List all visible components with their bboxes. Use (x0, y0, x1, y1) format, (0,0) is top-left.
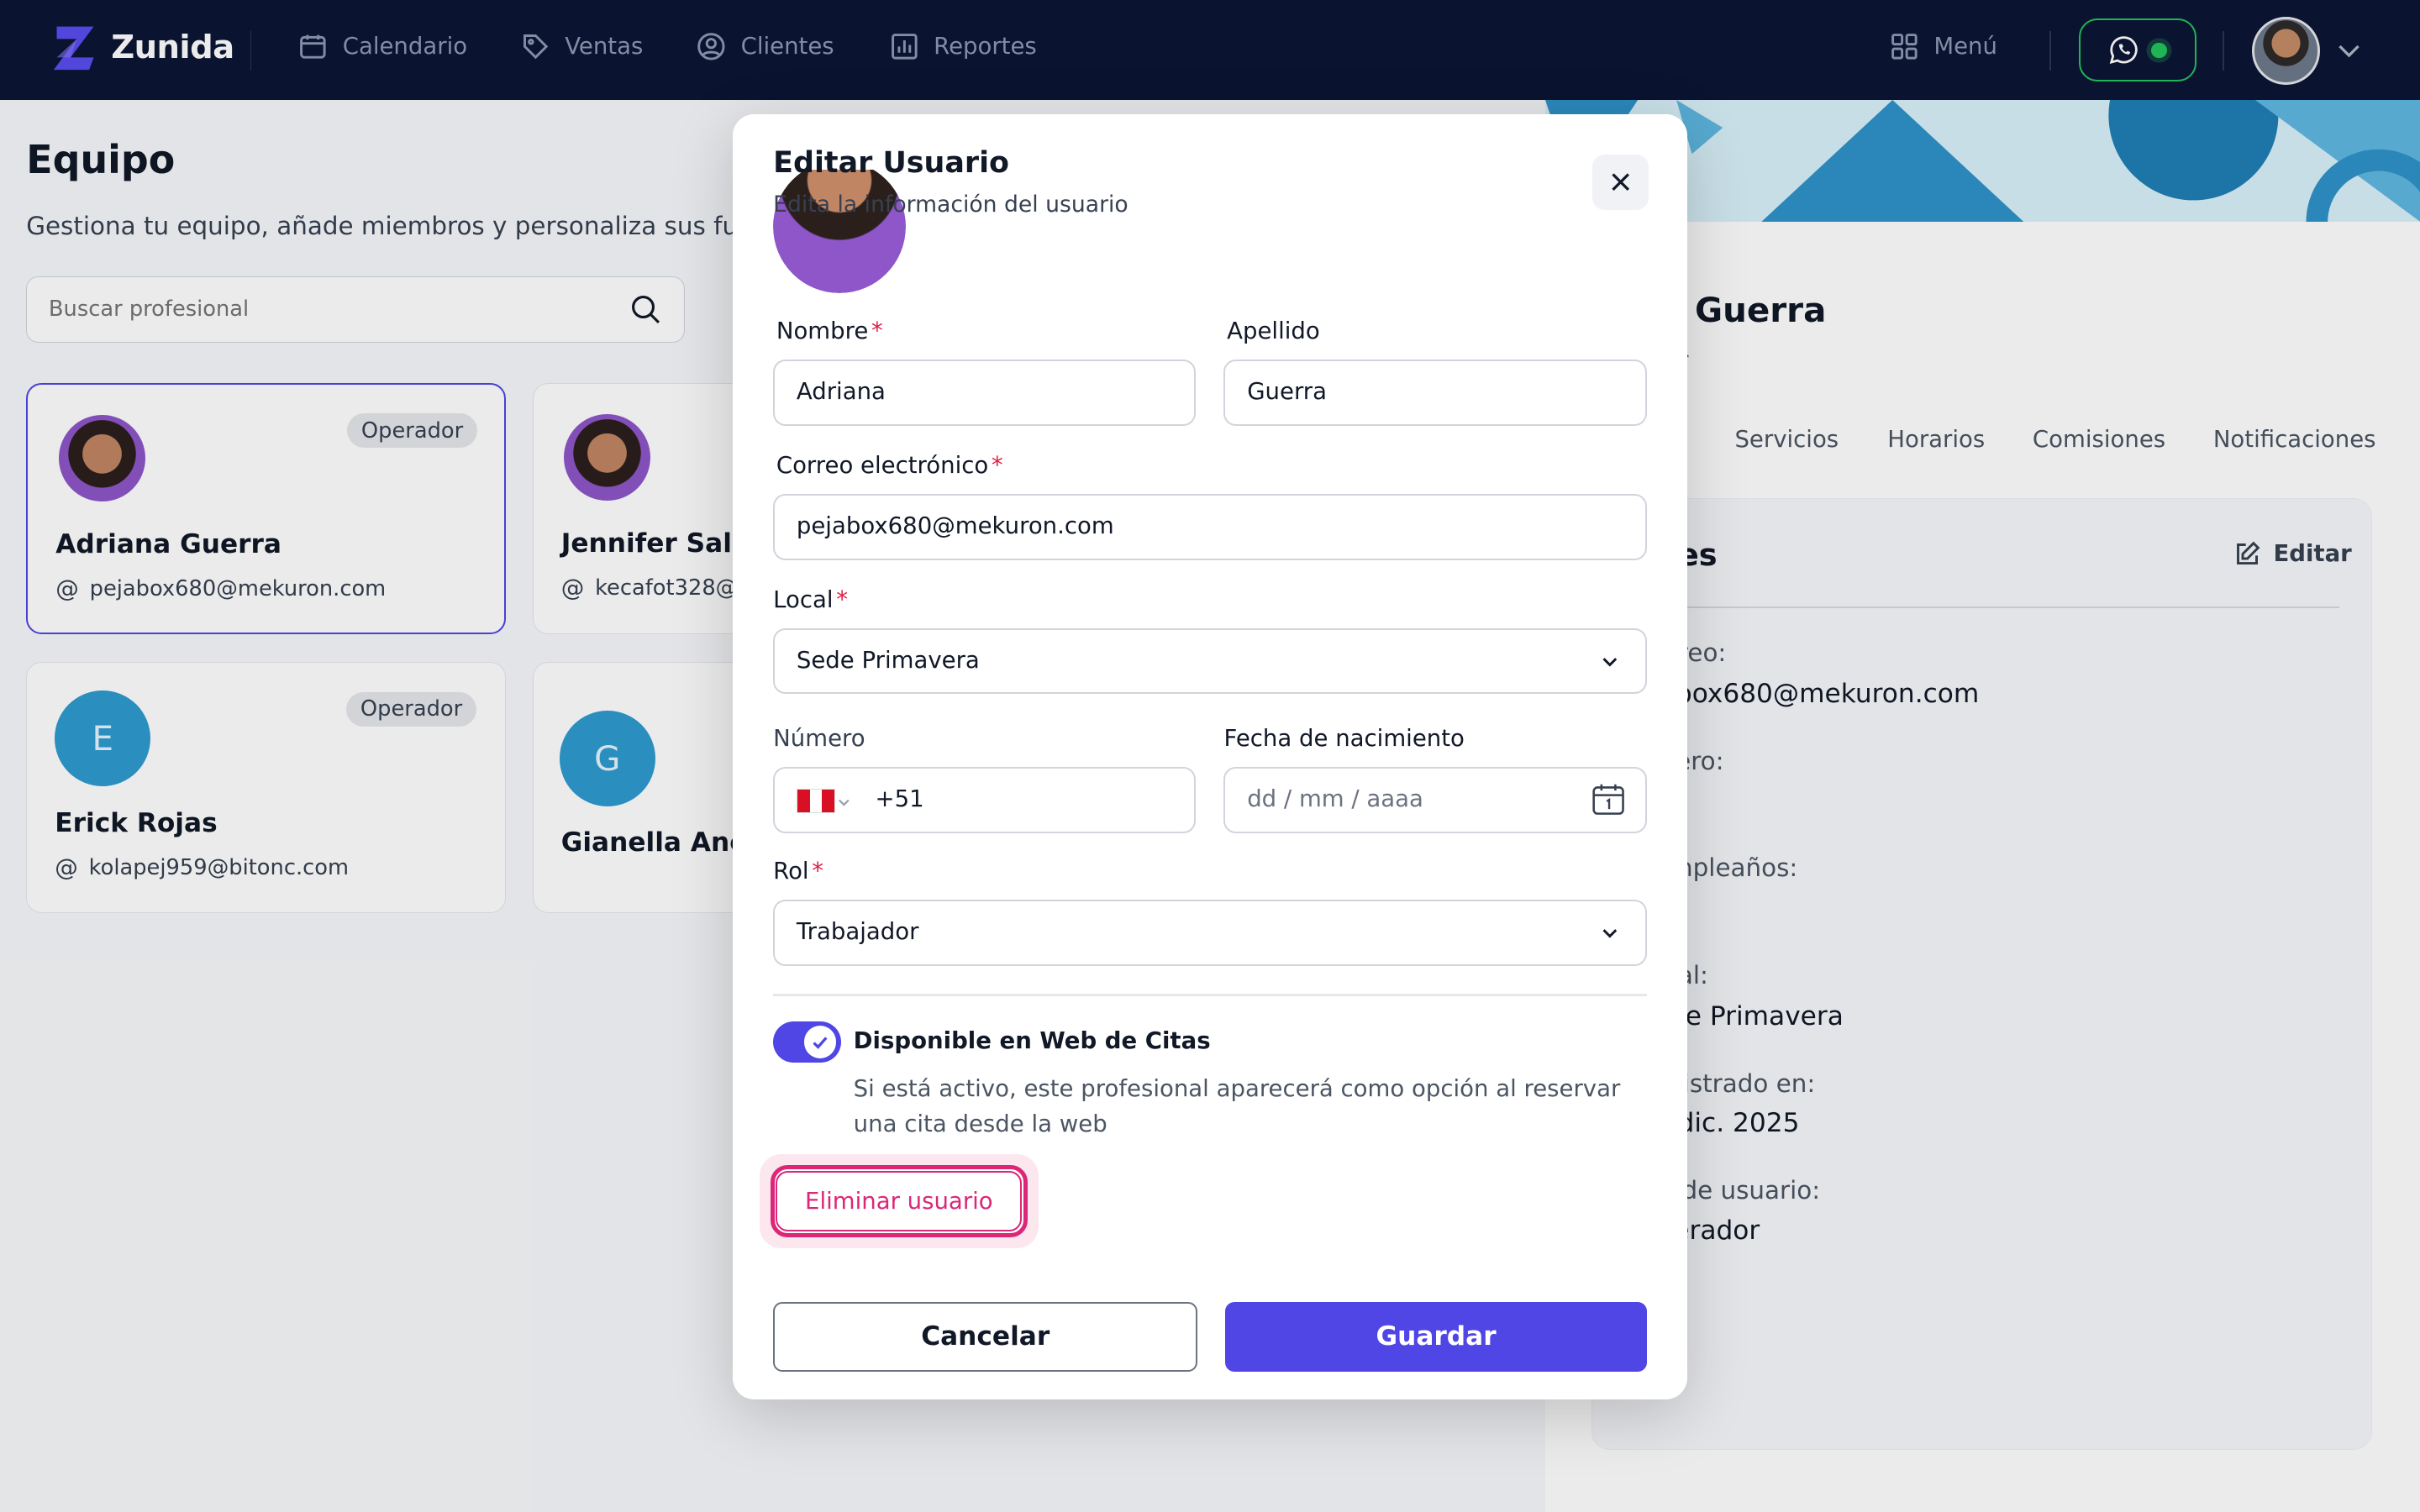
chevron-down-icon (1602, 658, 1617, 667)
phone-input[interactable]: +51 (773, 766, 1197, 833)
toggle-title: Disponible en Web de Citas (853, 1027, 1211, 1055)
email-field[interactable]: pejabox680@mekuron.com (773, 493, 1647, 560)
birthdate-placeholder: dd / mm / aaaa (1247, 785, 1423, 813)
apellido-input[interactable]: Guerra (1223, 359, 1647, 426)
local-select[interactable]: Sede Primavera (773, 627, 1647, 695)
rol-value: Trabajador (796, 917, 919, 945)
rol-label: Rol * (773, 858, 824, 885)
section-divider (773, 993, 1647, 996)
edit-user-modal: Editar Usuario Edita la información del … (733, 113, 1687, 1399)
peru-flag-icon[interactable] (796, 788, 835, 814)
modal-subtitle: Edita la información del usuario (773, 191, 1128, 218)
calendar-icon[interactable] (1591, 782, 1626, 817)
nombre-label: Nombre * (776, 318, 883, 345)
correo-label: Correo electrónico * (776, 452, 1003, 480)
fecha-label: Fecha de nacimiento (1223, 725, 1465, 753)
chevron-down-icon (839, 799, 850, 806)
numero-label: Número (773, 725, 865, 753)
close-button[interactable] (1592, 154, 1649, 210)
toggle-description: Si está activo, este profesional aparece… (853, 1074, 1621, 1137)
focus-inner-border (776, 1170, 1023, 1232)
local-value: Sede Primavera (796, 646, 980, 674)
chevron-down-icon (1602, 929, 1617, 939)
apellido-label: Apellido (1227, 318, 1320, 345)
modal-title: Editar Usuario (773, 146, 1010, 181)
web-booking-toggle[interactable] (773, 1021, 841, 1063)
phone-prefix: +51 (875, 785, 924, 813)
delete-user-button[interactable]: Eliminar usuario (770, 1164, 1028, 1237)
rol-select[interactable]: Trabajador (773, 899, 1647, 966)
cancel-button[interactable]: Cancelar (773, 1302, 1198, 1372)
nombre-input[interactable]: Adriana (773, 359, 1197, 426)
save-button[interactable]: Guardar (1225, 1302, 1647, 1372)
app-root: Zunida Calendario Ventas Clientes Report… (0, 0, 2420, 1512)
local-label: Local * (773, 585, 849, 613)
profile-photo[interactable] (773, 170, 907, 293)
birthdate-input[interactable]: dd / mm / aaaa (1223, 766, 1647, 833)
check-icon (813, 1037, 828, 1049)
close-icon (1612, 173, 1629, 192)
toggle-knob (803, 1026, 837, 1058)
